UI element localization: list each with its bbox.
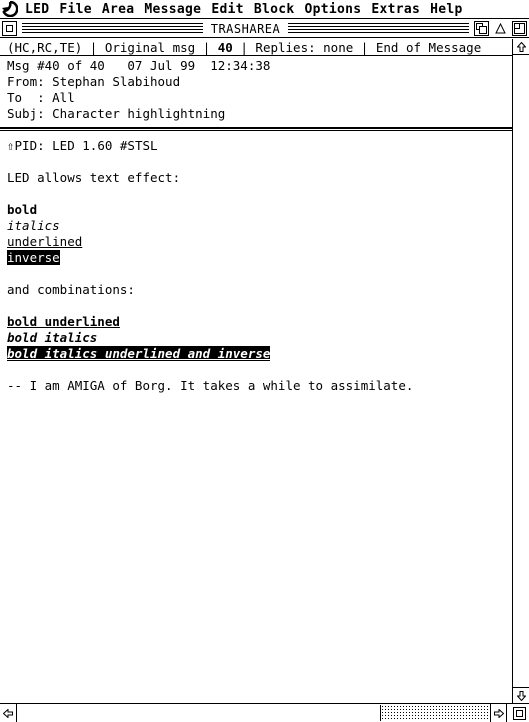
menu-block[interactable]: Block: [249, 2, 300, 17]
inverse-sample: inverse: [7, 250, 60, 265]
resize-gadget-icon[interactable]: [510, 704, 529, 722]
scroll-right-arrow-icon[interactable]: [490, 704, 507, 722]
tagline: -- I am AMIGA of Borg. It takes a while …: [7, 378, 414, 393]
bold-line: bold: [7, 202, 512, 218]
pid-arrow-icon: ⇧: [7, 138, 15, 153]
scroll-left-arrow-icon[interactable]: [0, 704, 17, 722]
inverse-line: inverse: [7, 250, 512, 266]
end-of-message-status: End of Message: [375, 39, 482, 55]
original-msg-link[interactable]: Original msg: [105, 40, 195, 55]
message-header: Msg #40 of 40 07 Jul 99 12:34:38 From: S…: [0, 57, 512, 127]
from-line: From: Stephan Slabihoud: [7, 74, 181, 89]
combinations-line: and combinations:: [7, 282, 135, 297]
drag-bar[interactable]: TRASHAREA: [22, 22, 469, 35]
menu-message[interactable]: Message: [139, 2, 206, 17]
status-separator: |: [360, 39, 369, 55]
message-body[interactable]: ⇧PID: LED 1.60 #STSL LED allows text eff…: [0, 138, 512, 394]
scroll-down-arrow-icon[interactable]: [513, 687, 529, 703]
zoom-icon[interactable]: [512, 21, 527, 36]
bold-italics-line: bold italics: [7, 330, 512, 346]
italics-line: italics: [7, 218, 512, 234]
bold-sample: bold: [7, 202, 38, 217]
horizontal-scrollbar[interactable]: [0, 703, 529, 722]
horizontal-scroll-track[interactable]: [380, 705, 490, 721]
menu-extras[interactable]: Extras: [366, 2, 425, 17]
underlined-line: underlined: [7, 234, 512, 250]
underlined-sample: underlined: [7, 234, 83, 249]
amiga-logo-icon[interactable]: [0, 0, 20, 19]
intro-line: LED allows text effect:: [7, 170, 181, 185]
bold-underlined-sample: bold underlined: [7, 314, 120, 329]
menu-bar: LED File Area Message Edit Block Options…: [0, 0, 529, 19]
close-window-icon[interactable]: [2, 21, 17, 36]
menu-help[interactable]: Help: [425, 2, 468, 17]
all-combined-sample: bold italics underlined and inverse: [7, 346, 271, 361]
window-title-bar[interactable]: TRASHAREA: [0, 20, 529, 38]
to-line: To : All: [7, 90, 75, 105]
vertical-scrollbar[interactable]: [512, 39, 529, 703]
replies-status[interactable]: Replies: none: [255, 40, 353, 55]
message-status-line: (HC,RC,TE) | Original msg | 40 | Replies…: [0, 39, 512, 56]
depth-icon[interactable]: [474, 21, 489, 36]
italics-sample: italics: [7, 218, 60, 233]
pid-text: PID: LED 1.60 #STSL: [14, 138, 158, 153]
header-divider: [0, 127, 512, 131]
current-msg-number: 40: [217, 39, 233, 55]
bold-italics-sample: bold italics: [7, 330, 98, 345]
menu-options[interactable]: Options: [299, 2, 366, 17]
scroll-up-arrow-icon[interactable]: [513, 39, 529, 55]
status-separator: |: [240, 39, 248, 55]
menu-file[interactable]: File: [54, 2, 97, 17]
status-separator: |: [89, 39, 98, 55]
bold-underlined-line: bold underlined: [7, 314, 512, 330]
menu-edit[interactable]: Edit: [206, 2, 249, 17]
menu-led[interactable]: LED: [20, 2, 54, 17]
all-combined-line: bold italics underlined and inverse: [7, 346, 512, 362]
menu-area[interactable]: Area: [97, 2, 140, 17]
subject-line: Subj: Character highlightning: [7, 106, 226, 121]
status-flags: (HC,RC,TE): [7, 39, 83, 55]
pid-line: ⇧PID: LED 1.60 #STSL: [7, 138, 512, 154]
window-title: TRASHAREA: [202, 22, 289, 35]
iconify-icon[interactable]: [493, 21, 508, 36]
msg-info-line: Msg #40 of 40 07 Jul 99 12:34:38: [7, 58, 271, 73]
status-separator: |: [202, 39, 211, 55]
